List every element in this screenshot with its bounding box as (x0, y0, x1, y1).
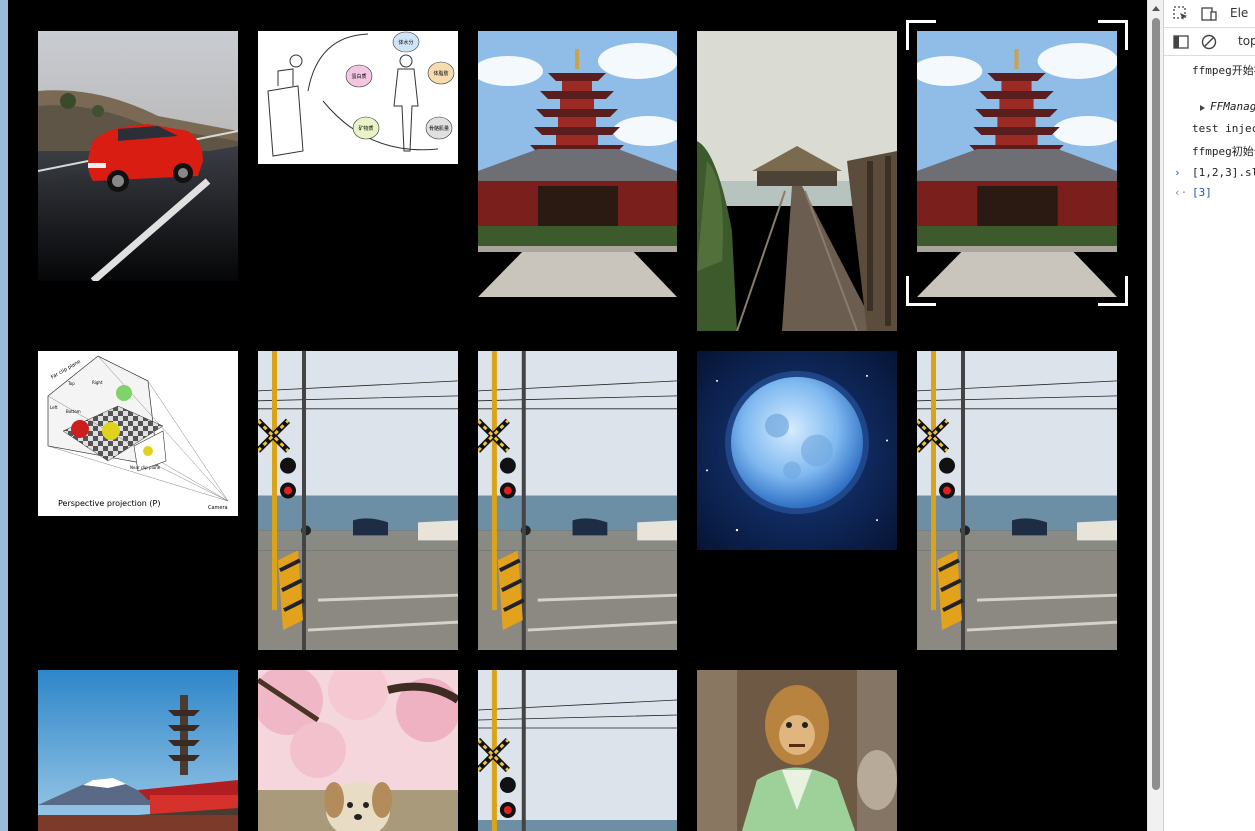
window-left-edge (0, 0, 8, 831)
context-selector[interactable]: top (1238, 34, 1255, 48)
console-message-text: test inject (1192, 122, 1255, 135)
sketch-diagram-tile[interactable]: 蛋白质 体水分 体脂肪 矿物质 骨骼肌量 (258, 31, 458, 164)
projection-label-near-clip: Near clip plane (130, 465, 161, 470)
projection-label-camera: Camera (208, 505, 228, 511)
device-toolbar-icon[interactable] (1200, 5, 1218, 23)
blue-moon-tile[interactable] (697, 351, 897, 550)
sketch-label-fat: 体脂肪 (433, 70, 448, 77)
tab-elements[interactable]: Ele (1230, 6, 1248, 20)
scroll-up-arrow-icon[interactable] (1152, 6, 1160, 11)
console-message-text: ffmpeg初始化 (1192, 145, 1255, 158)
sidebar-toggle-icon[interactable] (1172, 33, 1190, 51)
railroad-crossing-tile-3[interactable] (917, 351, 1117, 650)
console-input-echo: › [1,2,3].sli (1164, 166, 1255, 184)
console-message: ffmpeg开始初 (1164, 62, 1255, 80)
console-result-text: [3] (1192, 186, 1212, 199)
devtools-top-toolbar: Ele (1164, 0, 1255, 28)
sketch-label-protein: 蛋白质 (351, 73, 366, 80)
railroad-crossing-tile-1[interactable] (258, 351, 458, 650)
perspective-projection-tile[interactable]: Far clip plane Top Right Left Bottom Nea… (38, 351, 238, 516)
console-result: ‹· [3] (1164, 186, 1255, 204)
console-message: ffmpeg初始化 (1164, 143, 1255, 161)
console-message-text: FFManage (1210, 100, 1255, 113)
mount-fuji-pagoda-tile[interactable] (38, 670, 238, 831)
console-message-expandable[interactable]: FFManage (1164, 100, 1255, 118)
pagoda-temple-tile[interactable] (478, 31, 677, 297)
sketch-label-muscle: 骨骼肌量 (429, 125, 449, 132)
projection-label-bottom: Bottom (66, 409, 81, 414)
boardwalk-tile[interactable] (697, 31, 897, 331)
inspect-element-icon[interactable] (1172, 5, 1190, 23)
projection-label-top: Top (67, 381, 75, 386)
sketch-label-mineral: 矿物质 (358, 125, 373, 132)
scrollbar-thumb[interactable] (1152, 18, 1160, 790)
projection-label-left: Left (50, 405, 58, 410)
image-gallery-viewport[interactable]: 蛋白质 体水分 体脂肪 矿物质 骨骼肌量 Far clip plane Top … (8, 0, 1147, 831)
input-chevron-icon: › (1174, 166, 1181, 179)
console-message: test inject (1164, 122, 1255, 140)
car-photo-tile[interactable] (38, 31, 238, 281)
railroad-crossing-tile-2[interactable] (478, 351, 677, 650)
output-chevron-icon: ‹· (1174, 186, 1188, 199)
monkey-king-tile[interactable] (697, 670, 897, 831)
projection-caption: Perspective projection (P) (58, 499, 160, 508)
sketch-label-water: 体水分 (398, 39, 413, 46)
cherry-blossom-dog-tile[interactable] (258, 670, 458, 831)
console-input-text: [1,2,3].sli (1192, 166, 1255, 179)
devtools-console-toolbar: top (1164, 28, 1255, 56)
railroad-crossing-tile-4[interactable] (478, 670, 677, 831)
pagoda-temple-selected-tile[interactable] (917, 31, 1117, 297)
console-message-text: ffmpeg开始初 (1192, 64, 1255, 77)
expand-triangle-icon[interactable] (1200, 105, 1205, 111)
devtools-panel: Ele top ffmpeg开始初 FFManage test inject f… (1163, 0, 1255, 831)
projection-label-right: Right (92, 380, 103, 385)
clear-console-icon[interactable] (1200, 33, 1218, 51)
vertical-scrollbar[interactable] (1147, 0, 1163, 831)
